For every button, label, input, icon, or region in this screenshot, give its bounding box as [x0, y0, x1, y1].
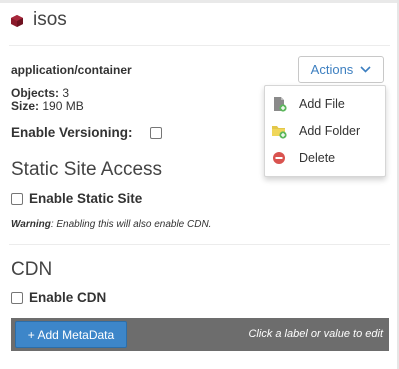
- size-value: 190 MB: [42, 99, 84, 113]
- cdn-label: Enable CDN: [29, 290, 107, 305]
- menu-item-delete[interactable]: Delete: [265, 145, 385, 171]
- cdn-heading: CDN: [11, 259, 53, 280]
- static-site-heading: Static Site Access: [11, 159, 163, 180]
- menu-item-add-folder[interactable]: Add Folder: [265, 118, 385, 144]
- metadata-bar: + Add MetaData Click a label or value to…: [11, 318, 389, 351]
- add-file-icon: [271, 96, 287, 112]
- container-cube-icon: [11, 14, 23, 27]
- container-stats: Objects: 3 Size: 190 MB: [11, 87, 84, 113]
- cdn-row: Enable CDN: [11, 290, 106, 305]
- container-detail-panel: isos application/container Objects: 3 Si…: [0, 0, 399, 369]
- objects-value: 3: [62, 86, 70, 100]
- header-divider: [9, 45, 390, 46]
- section-divider: [9, 244, 390, 245]
- top-divider: [0, 0, 399, 3]
- warning-text: : Enabling this will also enable CDN.: [50, 219, 212, 230]
- objects-label: Objects:: [11, 86, 60, 100]
- size-label: Size:: [11, 99, 40, 113]
- menu-item-label: Delete: [299, 151, 336, 165]
- warning-label: Warning: [11, 219, 51, 230]
- menu-item-add-file[interactable]: Add File: [265, 91, 385, 117]
- menu-item-label: Add Folder: [299, 124, 361, 138]
- static-site-warning: Warning: Enabling this will also enable …: [11, 219, 211, 230]
- cdn-checkbox[interactable]: [11, 291, 23, 304]
- versioning-checkbox[interactable]: [149, 126, 162, 139]
- metadata-hint: Click a label or value to edit: [248, 328, 383, 340]
- actions-label: Actions: [310, 62, 354, 77]
- actions-button[interactable]: Actions: [298, 56, 384, 83]
- versioning-row: Enable Versioning:: [11, 125, 162, 140]
- content-type: application/container: [11, 63, 132, 77]
- menu-item-label: Add File: [299, 97, 345, 111]
- container-header: isos: [11, 9, 67, 31]
- static-site-row: Enable Static Site: [11, 191, 142, 206]
- chevron-down-icon: [360, 66, 371, 73]
- container-name: isos: [33, 9, 67, 30]
- static-site-checkbox[interactable]: [11, 192, 23, 205]
- size-row: Size: 190 MB: [11, 100, 84, 113]
- add-folder-icon: [271, 123, 287, 139]
- static-site-label: Enable Static Site: [29, 191, 143, 206]
- actions-menu: Add File Add Folder Delete: [264, 85, 386, 177]
- versioning-label: Enable Versioning:: [11, 125, 133, 140]
- add-metadata-button[interactable]: + Add MetaData: [15, 321, 127, 348]
- delete-icon: [271, 150, 287, 166]
